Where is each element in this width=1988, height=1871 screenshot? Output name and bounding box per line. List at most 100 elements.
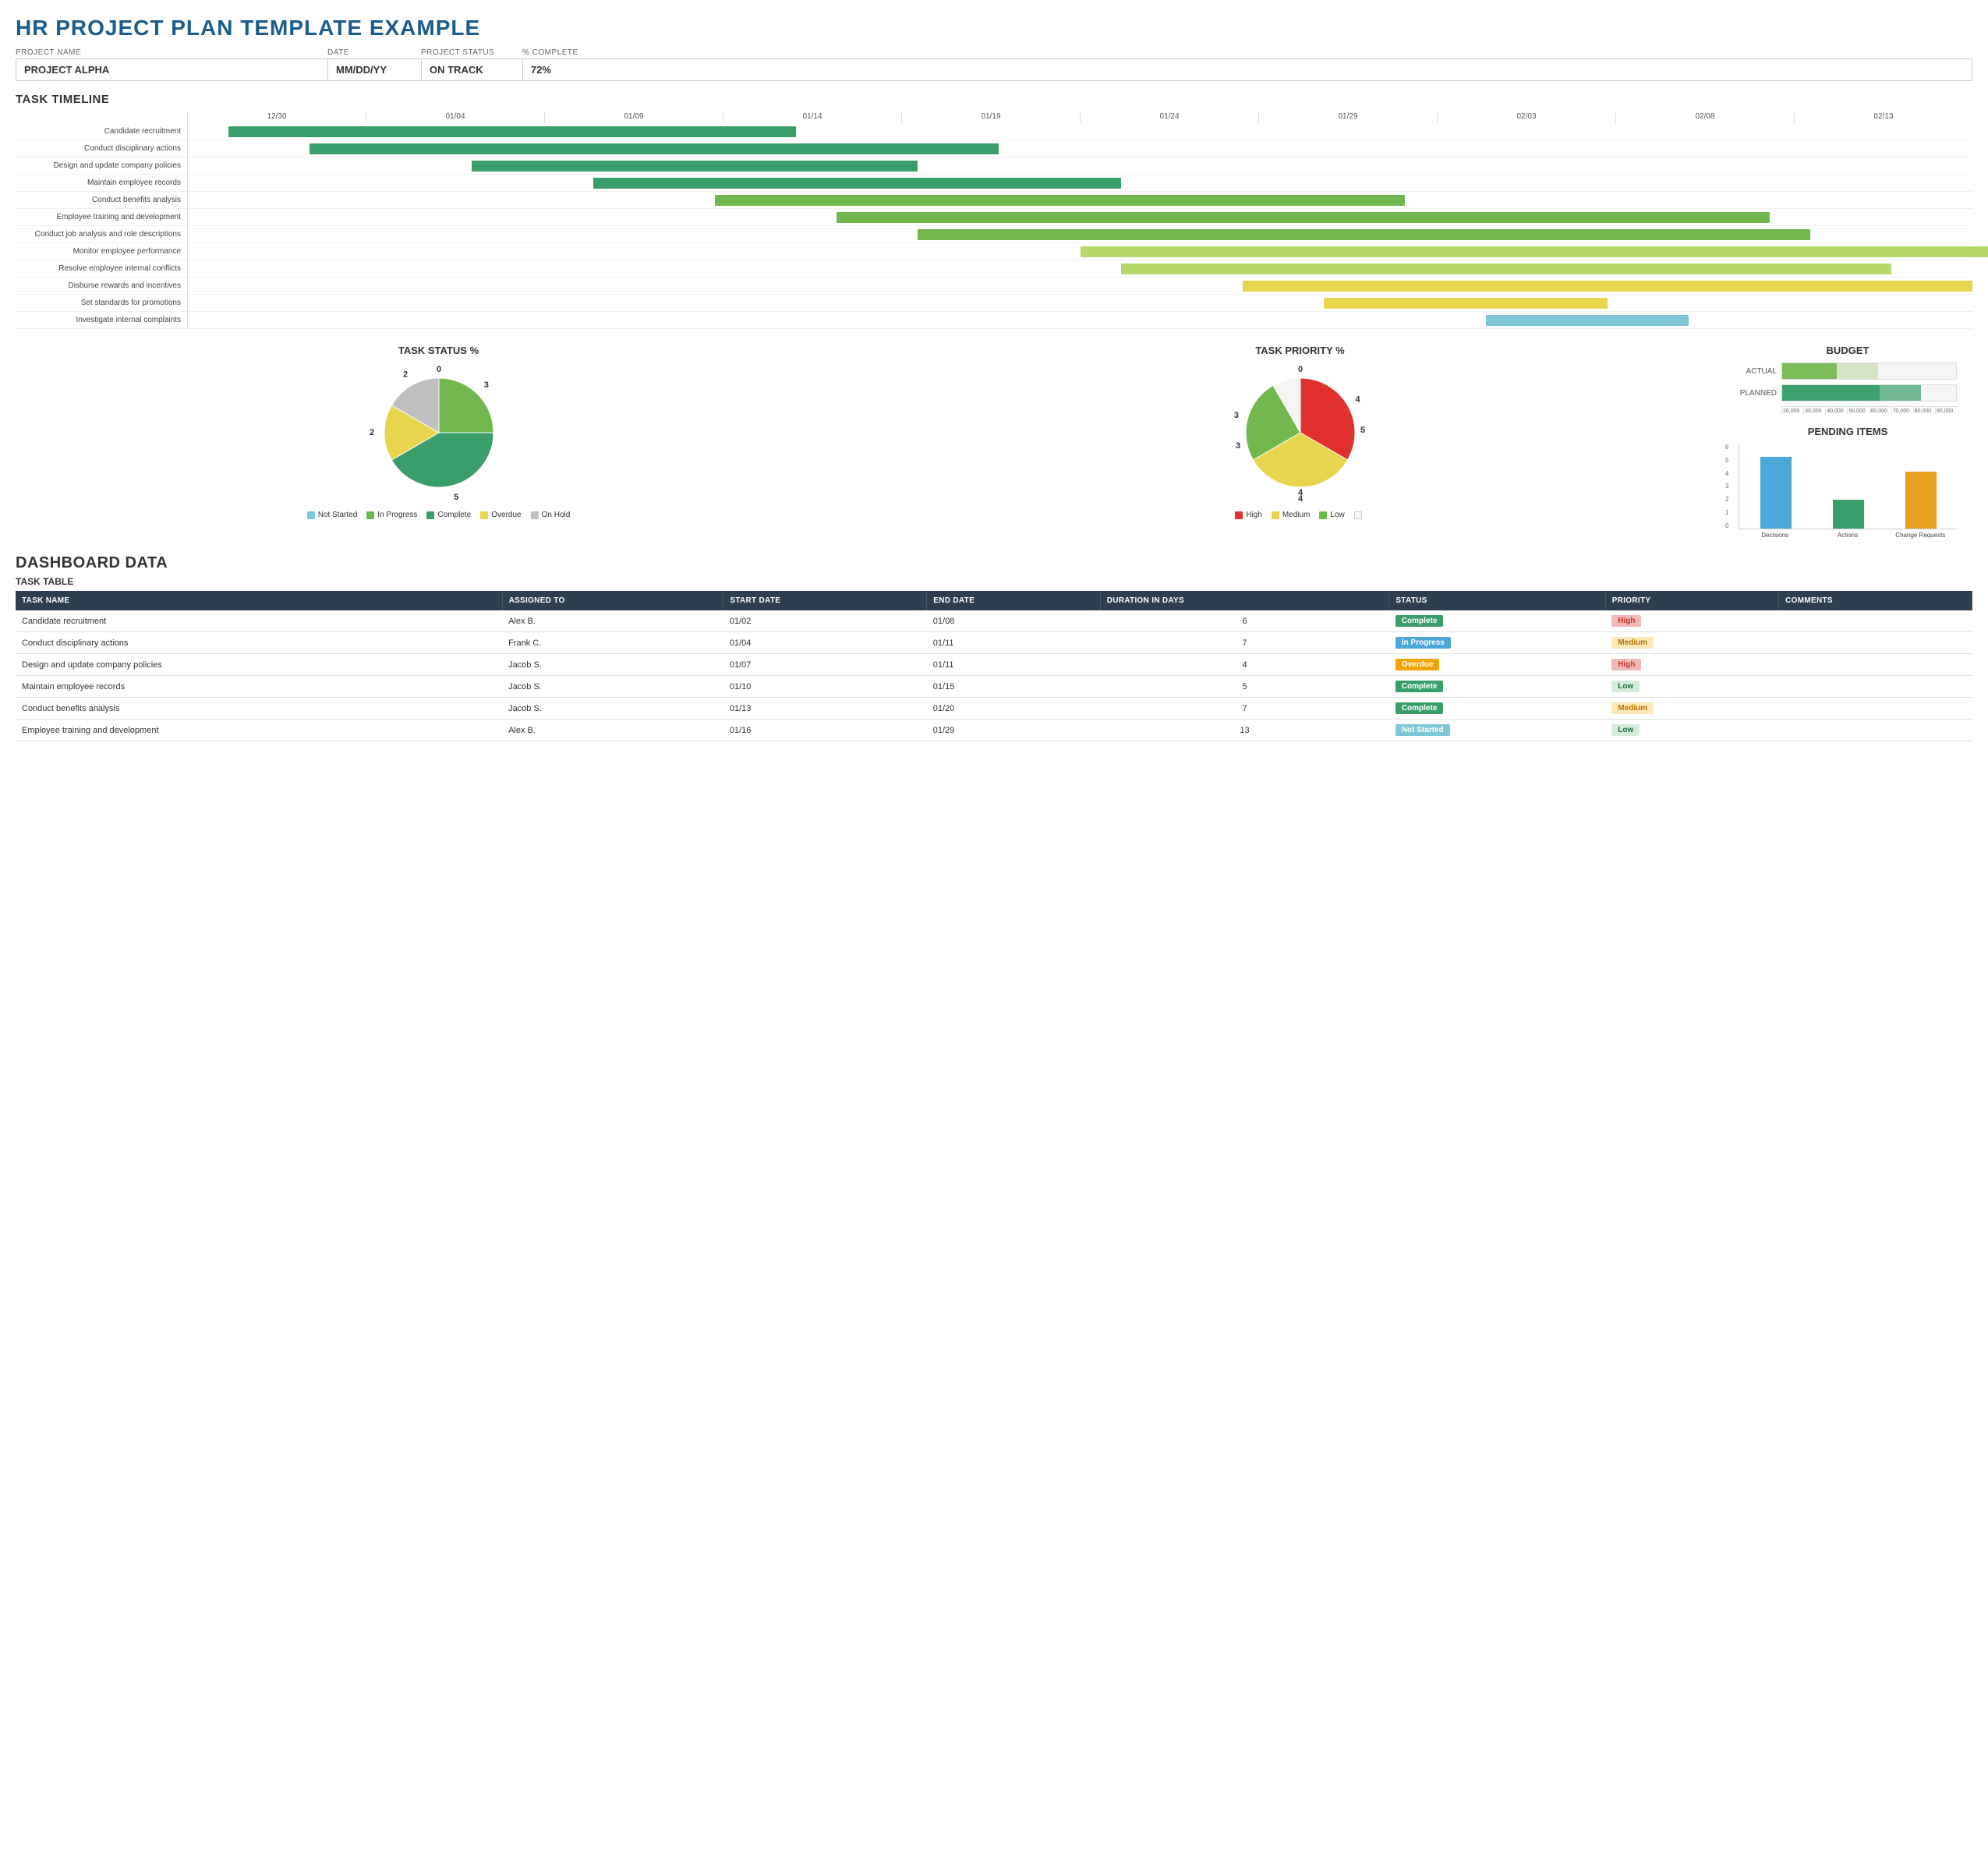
gantt-task-label: Monitor employee performance bbox=[16, 247, 187, 256]
pending-bar bbox=[1905, 472, 1937, 529]
gantt-task-label: Conduct benefits analysis bbox=[16, 196, 187, 204]
legend-color bbox=[366, 511, 374, 519]
legend-color bbox=[426, 511, 434, 519]
priority-cell: High bbox=[1605, 610, 1778, 632]
start-date: 01/10 bbox=[723, 676, 927, 698]
pie-label-top: 0 bbox=[436, 365, 440, 374]
budget-tick: 40,000 bbox=[1825, 407, 1847, 414]
project-name-value: PROJECT ALPHA bbox=[16, 59, 328, 80]
status-cell: Not Started bbox=[1389, 720, 1605, 741]
end-date: 01/20 bbox=[927, 698, 1100, 720]
budget-tick: 20,000 bbox=[1781, 407, 1803, 414]
pie-label: 3 bbox=[1233, 411, 1238, 420]
gantt-task-label: Disburse rewards and incentives bbox=[16, 281, 187, 290]
table-row: Conduct benefits analysis Jacob S. 01/13… bbox=[16, 698, 1972, 720]
status-cell: Complete bbox=[1389, 676, 1605, 698]
status-cell: Complete bbox=[1389, 698, 1605, 720]
pending-y-label: 2 bbox=[1725, 496, 1728, 503]
pie-label: 2 bbox=[402, 370, 407, 379]
comments-cell bbox=[1779, 610, 1972, 632]
legend-color bbox=[1272, 511, 1279, 519]
gantt-bar bbox=[1324, 298, 1608, 309]
comments-cell bbox=[1779, 676, 1972, 698]
status-badge: Not Started bbox=[1395, 724, 1450, 736]
gantt-row: Candidate recruitment bbox=[16, 123, 1972, 140]
gantt-task-label: Conduct disciplinary actions bbox=[16, 144, 187, 153]
legend-label: Overdue bbox=[491, 511, 521, 519]
gantt-bar bbox=[1243, 281, 1972, 292]
legend-item: On Hold bbox=[531, 511, 571, 519]
pie-label-left: 3 bbox=[1235, 441, 1240, 451]
gantt-row: Employee training and development bbox=[16, 209, 1972, 226]
gantt-bar bbox=[593, 178, 1120, 189]
pending-chart: PENDING ITEMS 6543210 DecisionsActionsCh… bbox=[1739, 426, 1957, 539]
legend-label: In Progress bbox=[377, 511, 417, 519]
comments-cell bbox=[1779, 698, 1972, 720]
comments-cell bbox=[1779, 720, 1972, 741]
table-header: ASSIGNED TO bbox=[502, 591, 723, 610]
end-date: 01/29 bbox=[927, 720, 1100, 741]
budget-bar-inner bbox=[1782, 385, 1880, 401]
priority-badge: Low bbox=[1611, 724, 1640, 736]
budget-chart: BUDGET ACTUAL PLANNED 20,00030,00040,000… bbox=[1739, 345, 1957, 414]
task-name: Conduct benefits analysis bbox=[16, 698, 502, 720]
legend-label: Low bbox=[1330, 511, 1344, 519]
budget-tick: 90,000 bbox=[1935, 407, 1957, 414]
legend-color bbox=[480, 511, 488, 519]
table-row: Conduct disciplinary actions Frank C. 01… bbox=[16, 632, 1972, 654]
table-header: STATUS bbox=[1389, 591, 1605, 610]
gantt-date: 02/13 bbox=[1794, 112, 1972, 123]
date-label: DATE bbox=[327, 48, 421, 57]
budget-bar-row: PLANNED bbox=[1739, 384, 1957, 401]
table-row: Candidate recruitment Alex B. 01/02 01/0… bbox=[16, 610, 1972, 632]
pie-label: 4 bbox=[1355, 394, 1360, 404]
legend-item: Medium bbox=[1272, 511, 1311, 519]
pending-title: PENDING ITEMS bbox=[1739, 426, 1957, 437]
budget-bars: ACTUAL PLANNED 20,00030,00040,00050,0006… bbox=[1739, 363, 1957, 414]
priority-cell: High bbox=[1605, 654, 1778, 676]
task-name: Maintain employee records bbox=[16, 676, 502, 698]
budget-tick: 70,000 bbox=[1891, 407, 1913, 414]
priority-badge: Medium bbox=[1611, 637, 1654, 649]
assigned-to: Alex B. bbox=[502, 720, 723, 741]
pending-x-label: Actions bbox=[1815, 532, 1880, 539]
gantt-row: Conduct job analysis and role descriptio… bbox=[16, 226, 1972, 243]
budget-tick: 80,000 bbox=[1913, 407, 1935, 414]
right-charts: BUDGET ACTUAL PLANNED 20,00030,00040,000… bbox=[1739, 345, 1972, 539]
pending-y-label: 0 bbox=[1725, 522, 1728, 529]
pending-y-label: 3 bbox=[1725, 483, 1728, 490]
gantt-date: 01/14 bbox=[723, 112, 901, 123]
status-cell: Complete bbox=[1389, 610, 1605, 632]
table-header: END DATE bbox=[927, 591, 1100, 610]
gantt-date: 01/19 bbox=[901, 112, 1080, 123]
table-header: DURATION in days bbox=[1100, 591, 1389, 610]
gantt-row: Conduct disciplinary actions bbox=[16, 140, 1972, 157]
duration: 6 bbox=[1100, 610, 1389, 632]
gantt-row: Resolve employee internal conflicts bbox=[16, 260, 1972, 278]
gantt-task-label: Candidate recruitment bbox=[16, 127, 187, 136]
start-date: 01/13 bbox=[723, 698, 927, 720]
end-date: 01/15 bbox=[927, 676, 1100, 698]
pending-bar bbox=[1760, 457, 1792, 529]
pie-label-bottom: 4 bbox=[1297, 488, 1303, 497]
budget-tick: 50,000 bbox=[1847, 407, 1869, 414]
gantt-row: Disburse rewards and incentives bbox=[16, 278, 1972, 295]
legend-label: On Hold bbox=[542, 511, 571, 519]
status-badge: Complete bbox=[1395, 702, 1444, 714]
assigned-to: Alex B. bbox=[502, 610, 723, 632]
project-complete-value: 72% bbox=[523, 59, 601, 80]
start-date: 01/04 bbox=[723, 632, 927, 654]
budget-bar-row: ACTUAL bbox=[1739, 363, 1957, 380]
priority-badge: Low bbox=[1611, 681, 1640, 692]
table-header: PRIORITY bbox=[1605, 591, 1778, 610]
complete-label: % COMPLETE bbox=[522, 48, 600, 57]
gantt-bar bbox=[918, 229, 1810, 240]
legend-item: Overdue bbox=[480, 511, 521, 519]
project-name-label: PROJECT NAME bbox=[16, 48, 327, 57]
project-values: PROJECT ALPHA MM/DD/YY ON TRACK 72% bbox=[16, 58, 1972, 81]
pending-y-axis: 6543210 bbox=[1725, 444, 1728, 529]
legend-label: Medium bbox=[1282, 511, 1311, 519]
pie-label: 2 bbox=[369, 428, 373, 437]
gantt-bar bbox=[1486, 315, 1689, 326]
task-name: Conduct disciplinary actions bbox=[16, 632, 502, 654]
